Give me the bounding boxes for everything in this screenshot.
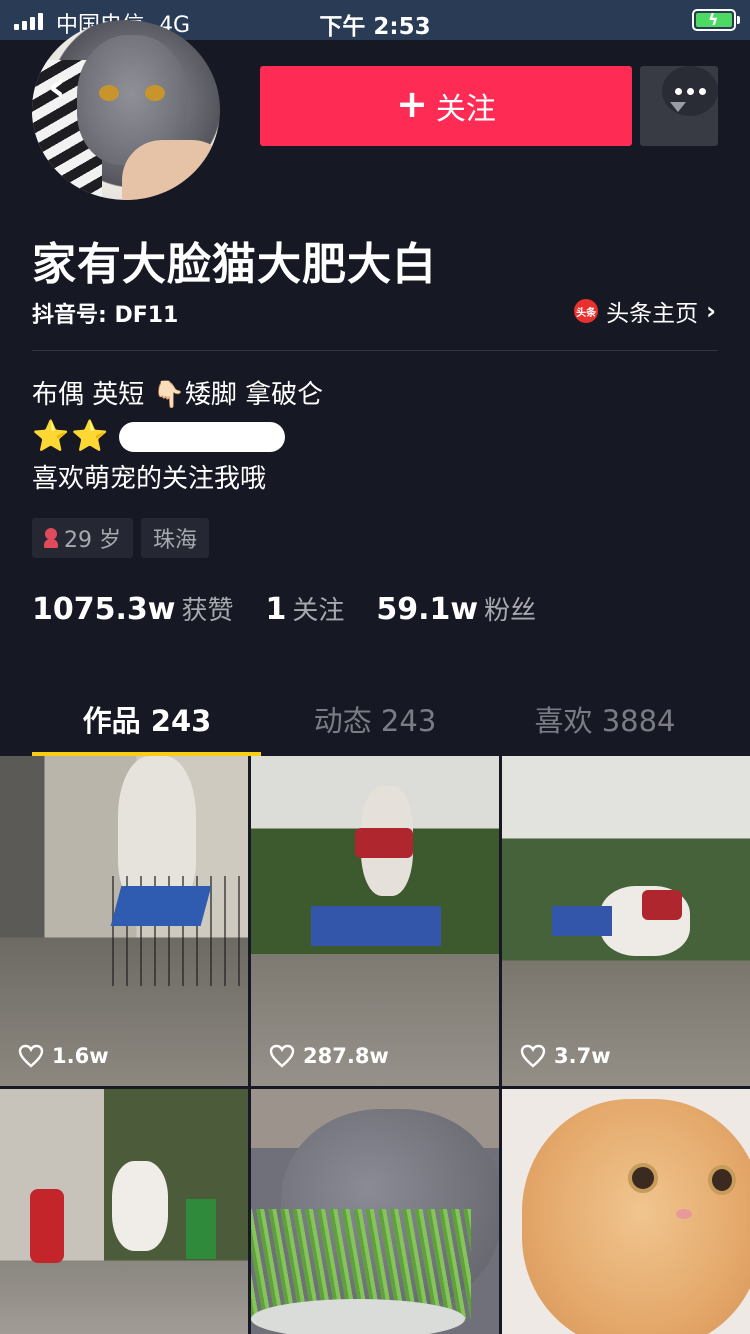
fans-count: 59.1w — [376, 592, 479, 627]
chevron-right-icon: › — [706, 297, 716, 325]
toutiao-homepage-link[interactable]: 头条 头条主页 › — [574, 294, 716, 328]
redacted-text — [118, 422, 285, 452]
bio-line-1: 布偶 英短 👇🏻矮脚 拿破仑 — [32, 380, 324, 410]
plus-icon: + — [396, 82, 428, 126]
video-thumbnail[interactable] — [502, 1089, 750, 1334]
heart-icon — [269, 1044, 295, 1068]
video-likes: 1.6w — [18, 1044, 109, 1068]
age-tag: 29 岁 — [32, 518, 133, 558]
video-thumbnail[interactable]: 3.7w — [502, 756, 750, 1086]
video-likes: 287.8w — [269, 1044, 389, 1068]
dropdown-triangle-icon — [670, 102, 686, 112]
profile-tags: 29 岁 珠海 — [32, 518, 210, 558]
profile-bio: 布偶 英短 👇🏻矮脚 拿破仑 ⭐⭐ 喜欢萌宠的关注我哦 — [32, 374, 323, 500]
more-button[interactable] — [640, 66, 718, 146]
battery-icon: ϟ — [692, 9, 740, 31]
heart-icon — [520, 1044, 546, 1068]
bio-line-3: 喜欢萌宠的关注我哦 — [32, 464, 267, 494]
video-likes-count: 1.6w — [52, 1044, 109, 1068]
chevron-left-icon: ‹ — [47, 60, 67, 112]
likes-count: 1075.3w — [32, 592, 176, 627]
douyin-id: 抖音号: DF11 — [32, 303, 179, 328]
follow-button[interactable]: + 关注 — [260, 66, 632, 146]
video-thumbnail[interactable] — [251, 1089, 499, 1334]
profile-name: 家有大脸猫大肥大白 — [32, 239, 437, 290]
following-count: 1 — [265, 592, 287, 627]
video-likes-count: 3.7w — [554, 1044, 611, 1068]
video-likes: 3.7w — [520, 1044, 611, 1068]
divider — [32, 350, 718, 351]
toutiao-icon: 头条 — [574, 299, 599, 323]
fans-label: 粉丝 — [484, 596, 537, 626]
video-likes-count: 287.8w — [303, 1044, 389, 1068]
heart-icon — [18, 1044, 44, 1068]
follow-label: 关注 — [435, 92, 496, 127]
bio-line-2: ⭐⭐ — [32, 416, 323, 458]
female-icon — [44, 528, 58, 548]
back-button[interactable]: ‹ — [32, 58, 82, 114]
likes-label: 获赞 — [181, 596, 234, 626]
tab-likes[interactable]: 喜欢 3884 — [490, 698, 720, 740]
location-tag: 珠海 — [141, 518, 210, 558]
following-label: 关注 — [292, 596, 345, 626]
tab-works[interactable]: 作品 243 — [32, 698, 262, 740]
likes-stat: 1075.3w 获赞 — [32, 590, 234, 627]
star-icons: ⭐⭐ — [32, 419, 111, 454]
profile-tabs: 作品 243 动态 243 喜欢 3884 — [0, 680, 750, 756]
tab-dynamic[interactable]: 动态 243 — [260, 698, 490, 740]
toutiao-label: 头条主页 — [606, 301, 699, 327]
video-thumbnail[interactable]: 287.8w — [251, 756, 499, 1086]
video-thumbnail[interactable]: 1.6w — [0, 756, 248, 1086]
profile-stats: 1075.3w 获赞 1 关注 59.1w 粉丝 — [32, 590, 568, 627]
age-label: 29 岁 — [64, 528, 121, 553]
video-thumbnail[interactable] — [0, 1089, 248, 1334]
following-stat[interactable]: 1 关注 — [266, 590, 345, 627]
fans-stat[interactable]: 59.1w 粉丝 — [376, 590, 536, 627]
